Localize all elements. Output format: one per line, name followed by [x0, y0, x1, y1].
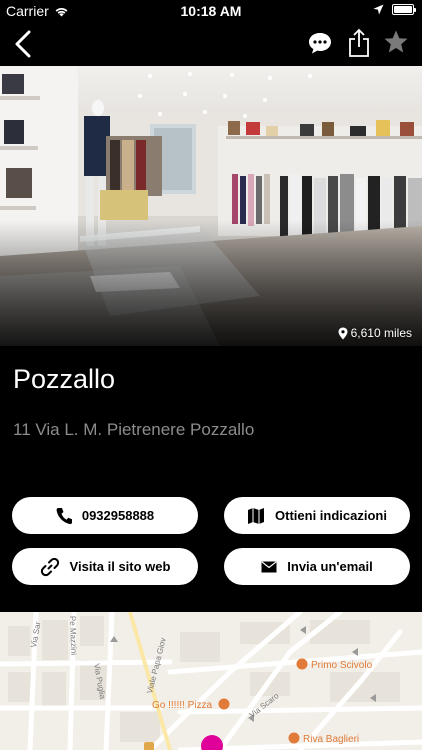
- store-photo: 6,610 miles: [0, 66, 422, 346]
- website-button[interactable]: Visita il sito web: [12, 548, 198, 585]
- envelope-icon: [261, 560, 277, 572]
- poi-label-primo-scivolo: Primo Scivolo: [311, 660, 373, 671]
- email-button[interactable]: Invia un'email: [224, 548, 410, 585]
- riva-poi-icon[interactable]: [288, 732, 300, 744]
- call-button[interactable]: 0932958888: [12, 497, 198, 534]
- store-name: Pozzallo: [13, 364, 116, 394]
- map-icon: [248, 507, 265, 524]
- phone-icon: [56, 507, 72, 524]
- poi-label-pizza: Go !!!!!! Pizza: [152, 700, 212, 711]
- website-button-label: Visita il sito web: [69, 559, 171, 574]
- call-button-label: 0932958888: [81, 508, 155, 523]
- status-right-group: [373, 4, 416, 15]
- location-map[interactable]: Via Sar Viale Papa Giov Via Puglia Pe Ma…: [0, 612, 422, 750]
- map-tiles: Via Sar Viale Papa Giov Via Puglia Pe Ma…: [0, 612, 422, 750]
- directions-button[interactable]: Ottieni indicazioni: [224, 497, 410, 534]
- navigation-bar: [0, 22, 422, 66]
- store-interior-image: [0, 66, 422, 346]
- street-label-mazzini: Pe Mazzini: [68, 616, 78, 656]
- location-pin-icon: [338, 327, 348, 339]
- star-icon[interactable]: [383, 29, 409, 55]
- share-icon[interactable]: [347, 28, 371, 58]
- restaurant-poi-icon[interactable]: [296, 658, 308, 670]
- location-arrow-icon: [373, 4, 384, 15]
- store-address: 11 Via L. M. Pietrenere Pozzallo: [13, 420, 255, 439]
- status-bar: Carrier 10:18 AM: [0, 0, 422, 22]
- distance-indicator: 6,610 miles: [338, 326, 412, 340]
- chat-bubble-icon[interactable]: [307, 30, 333, 56]
- email-button-label: Invia un'email: [287, 559, 373, 574]
- clock: 10:18 AM: [180, 3, 242, 19]
- battery-icon: [392, 4, 416, 15]
- pizza-poi-icon[interactable]: [218, 698, 230, 710]
- back-chevron-icon[interactable]: [10, 28, 40, 60]
- shop-poi-icon[interactable]: [144, 742, 154, 750]
- directions-button-label: Ottieni indicazioni: [275, 508, 387, 523]
- distance-label: 6,610 miles: [350, 326, 412, 340]
- link-icon: [40, 557, 59, 576]
- poi-label-riva-baglieri: Riva Baglieri: [303, 734, 359, 745]
